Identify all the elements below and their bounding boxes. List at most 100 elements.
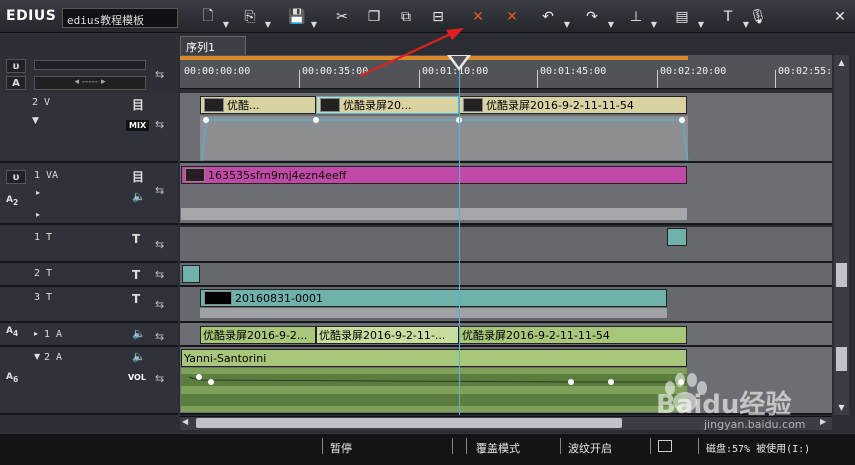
- speaker-icon[interactable]: 🔈: [132, 327, 146, 340]
- status-disk: 磁盘:57% 被使用(I:): [706, 444, 811, 455]
- speaker-icon[interactable]: 🔈: [132, 350, 146, 363]
- link-icon[interactable]: ⊟: [426, 6, 450, 28]
- track-selector[interactable]: ◂ ----- ▸: [34, 76, 146, 90]
- monitor-icon[interactable]: [658, 440, 672, 452]
- video-lock-button[interactable]: υ: [6, 170, 26, 184]
- track-name-t2: 2 T: [34, 268, 53, 279]
- va-clip[interactable]: 163535sfrn9mj4ezn4eeff: [181, 166, 687, 184]
- app-brand: EDIUS: [6, 8, 57, 24]
- vertical-scroll-thumb[interactable]: [836, 347, 847, 371]
- scroll-up-icon[interactable]: ▲: [836, 58, 847, 68]
- expand-chevron-icon[interactable]: ▼: [32, 116, 39, 126]
- status-separator: [698, 438, 699, 454]
- speaker-icon[interactable]: 🔈: [132, 190, 146, 203]
- chevron-down-icon[interactable]: ▼: [697, 20, 705, 29]
- chevron-down-icon[interactable]: ▼: [650, 20, 658, 29]
- status-ripple[interactable]: 波纹开启: [568, 440, 612, 456]
- sync-icon[interactable]: ⇆: [155, 330, 171, 343]
- save-icon[interactable]: 💾: [285, 6, 309, 28]
- chevron-down-icon[interactable]: ▼: [264, 20, 272, 29]
- status-separator: [322, 438, 323, 454]
- render-icon[interactable]: ▤: [670, 6, 694, 28]
- chevron-down-icon[interactable]: ▼: [310, 20, 318, 29]
- audio-clip[interactable]: 优酷录屏2016-9-2-11-11-54: [459, 326, 687, 344]
- track-header-t2: [0, 263, 178, 287]
- lane-t1: [180, 227, 832, 263]
- chevron-down-icon[interactable]: ▼: [222, 20, 230, 29]
- status-overwrite-mode[interactable]: 覆盖模式: [476, 440, 520, 456]
- open-folder-icon[interactable]: ⎘: [238, 6, 262, 28]
- title-visible-icon[interactable]: T: [132, 292, 140, 306]
- delete-icon[interactable]: ✕: [500, 6, 524, 28]
- video-visible-icon[interactable]: 目: [132, 168, 144, 185]
- ruler-tick: [419, 70, 420, 88]
- status-separator: [466, 438, 467, 454]
- chevron-down-icon[interactable]: ▼: [607, 20, 615, 29]
- chevron-down-icon[interactable]: ▼: [563, 20, 571, 29]
- audio-lock-button[interactable]: A: [6, 76, 26, 90]
- track-header-a2: [0, 347, 178, 415]
- text-icon[interactable]: T: [716, 6, 740, 28]
- expand-chevron-icon[interactable]: ▸: [36, 188, 40, 197]
- video-visible-icon[interactable]: 目: [132, 96, 144, 113]
- baidu-watermark: Baidu经验 jingyan.baidu.com: [656, 370, 850, 431]
- redo-icon[interactable]: ↷: [580, 6, 604, 28]
- undo-icon[interactable]: ↶: [536, 6, 560, 28]
- title-clip[interactable]: [667, 228, 687, 246]
- sync-icon[interactable]: ⇆: [155, 298, 171, 311]
- zoom-slider[interactable]: [34, 60, 146, 70]
- copy-icon[interactable]: ❐: [362, 6, 386, 28]
- audio-clip[interactable]: 优酷录屏2016-9-2...: [200, 326, 316, 344]
- sync-icon[interactable]: ⇆: [155, 238, 171, 251]
- track-header-a1: [0, 323, 178, 347]
- track-name-a1: 1 A: [44, 329, 63, 340]
- sync-icon[interactable]: ⇆: [155, 118, 171, 131]
- title-clip[interactable]: [182, 265, 200, 283]
- expand-chevron-icon[interactable]: ▸: [36, 210, 40, 219]
- audio-channel-label: A2: [6, 195, 19, 207]
- sync-icon[interactable]: ⇆: [155, 184, 171, 197]
- track-header-v2: [0, 93, 178, 163]
- time-ruler[interactable]: [180, 55, 832, 89]
- playhead-handle-inner: [451, 56, 467, 67]
- new-file-icon[interactable]: 🗋: [196, 6, 220, 28]
- mix-keyframe-line: [201, 117, 689, 162]
- expand-chevron-icon[interactable]: ▼: [34, 352, 40, 361]
- horizontal-scroll-thumb[interactable]: [196, 418, 622, 428]
- scroll-left-icon[interactable]: ◀: [182, 417, 188, 426]
- tab-sequence-1[interactable]: 序列1: [180, 36, 246, 55]
- vertical-scroll-thumb[interactable]: [836, 263, 847, 287]
- sync-icon[interactable]: ⇆: [155, 372, 171, 385]
- title-mixer-region[interactable]: [200, 308, 667, 318]
- ruler-tick: [657, 70, 658, 88]
- ruler-timecode: 00:00:00:00: [184, 66, 251, 77]
- mic-icon[interactable]: 🎙: [746, 6, 770, 28]
- audio-clip[interactable]: 优酷录屏2016-9-2-11-...: [316, 326, 459, 344]
- mix-button[interactable]: MIX: [126, 120, 150, 131]
- expand-chevron-icon[interactable]: ▸: [34, 329, 38, 338]
- edius-window: EDIUS edius教程模板 🗋 ▼ ⎘ ▼ 💾 ▼ ✂ ❐ ⧉ ⊟ ✕ ✕ …: [0, 0, 855, 465]
- lane-t2: [180, 263, 832, 287]
- paste-icon[interactable]: ⧉: [394, 6, 418, 28]
- ruler-tick: [299, 70, 300, 88]
- marker-icon[interactable]: ⊥: [624, 6, 648, 28]
- delete-gap-icon[interactable]: ✕: [466, 6, 490, 28]
- close-icon[interactable]: ✕: [828, 6, 852, 28]
- ruler-timecode: 00:01:45:00: [540, 66, 607, 77]
- project-name-field[interactable]: edius教程模板: [62, 8, 178, 28]
- title-visible-icon[interactable]: T: [132, 232, 140, 246]
- video-lock-button[interactable]: υ: [6, 59, 26, 73]
- track-header-t3: [0, 287, 178, 323]
- waveform-graphic: [181, 374, 687, 406]
- cut-icon[interactable]: ✂: [330, 6, 354, 28]
- status-pause: 暂停: [330, 442, 352, 455]
- audio-clip[interactable]: Yanni-Santorini: [181, 349, 687, 367]
- vol-button[interactable]: VOL: [128, 373, 146, 382]
- audio-channel-label: A6: [6, 372, 19, 384]
- title-clip[interactable]: 20160831-0001: [200, 289, 667, 307]
- sync-icon[interactable]: ⇆: [155, 268, 171, 281]
- title-visible-icon[interactable]: T: [132, 268, 140, 282]
- in-out-range: [180, 56, 688, 60]
- sync-icon[interactable]: ⇆: [155, 68, 171, 81]
- va-audio-region[interactable]: [181, 208, 687, 220]
